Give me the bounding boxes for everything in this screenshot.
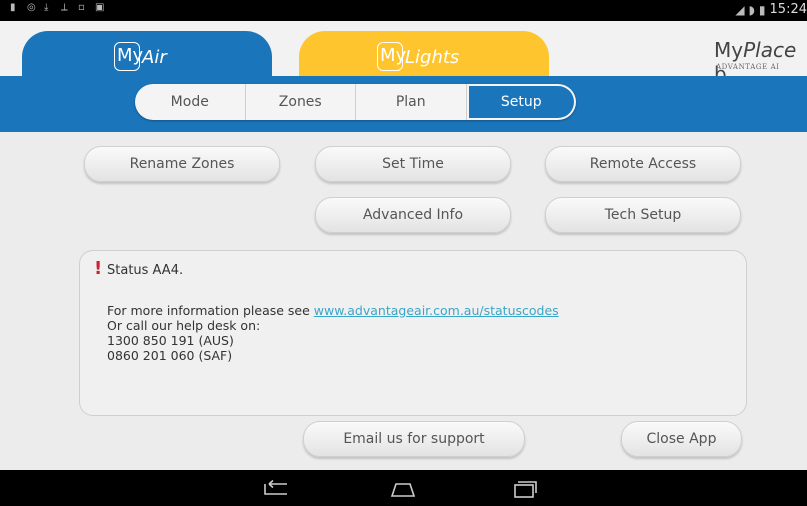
tab-plan[interactable]: Plan: [356, 84, 467, 120]
battery-icon: ▮: [758, 2, 766, 17]
alert-icon: !: [94, 258, 103, 279]
phone-saf: 0860 201 060 (SAF): [107, 348, 233, 363]
gallery-icon: ▣: [95, 2, 105, 13]
phone-aus: 1300 850 191 (AUS): [107, 333, 234, 348]
system-nav-bar: [0, 470, 807, 506]
brand-subtitle: ADVANTAGE AI: [716, 63, 780, 71]
remote-access-button[interactable]: Remote Access: [545, 146, 741, 182]
brand-my: My: [714, 38, 744, 62]
status-icons-right: ◢ ◗ ▮ 15:24: [735, 2, 807, 17]
tab-mylights[interactable]: My Lights: [299, 31, 549, 81]
advanced-info-button[interactable]: Advanced Info: [315, 197, 511, 233]
circle-icon: ◎: [27, 2, 36, 13]
wifi-icon: ◗: [748, 2, 755, 17]
signal-icon: ◢: [735, 2, 745, 17]
tab-myair[interactable]: My Air: [22, 31, 272, 81]
download-icon: ⤓: [44, 2, 49, 13]
tab-setup[interactable]: Setup: [466, 84, 576, 120]
set-time-button[interactable]: Set Time: [315, 146, 511, 182]
mode-segmented-control: Mode Zones Plan Setup: [135, 84, 576, 120]
tab-zones[interactable]: Zones: [246, 84, 356, 120]
status-time: 15:24: [769, 2, 807, 17]
email-support-button[interactable]: Email us for support: [303, 421, 525, 457]
app-header: My Air My Lights MyPlace b ADVANTAGE AI: [0, 21, 807, 86]
status-bar: ▮ ◎ ⤓ ⟂ ▫ ▣ ◢ ◗ ▮ 15:24: [0, 0, 807, 21]
rename-zones-button[interactable]: Rename Zones: [84, 146, 280, 182]
status-message-box: ! Status AA4. For more information pleas…: [79, 250, 747, 416]
image-icon: ▫: [78, 2, 85, 13]
status-details: For more information please see www.adva…: [107, 303, 559, 363]
mylights-logo-word: Lights: [405, 47, 460, 68]
recent-apps-icon[interactable]: [510, 480, 538, 498]
tech-setup-button[interactable]: Tech Setup: [545, 197, 741, 233]
close-app-button[interactable]: Close App: [621, 421, 742, 457]
tab-mode[interactable]: Mode: [135, 84, 246, 120]
info-line: For more information please see www.adva…: [107, 303, 559, 318]
myair-logo-word: Air: [142, 47, 167, 68]
info-prefix: For more information please see: [107, 303, 314, 318]
help-desk-line: Or call our help desk on:: [107, 318, 261, 333]
notification-icon: ▮: [10, 2, 16, 13]
home-icon[interactable]: [389, 480, 417, 498]
myair-logo-box: My: [114, 42, 143, 71]
nav-band: Mode Zones Plan Setup: [0, 76, 807, 132]
brand-place: Place: [743, 38, 797, 62]
back-icon[interactable]: [261, 480, 289, 498]
status-icons-left: ▮ ◎ ⤓ ⟂ ▫ ▣: [10, 2, 105, 13]
status-title: Status AA4.: [107, 263, 184, 278]
status-codes-link[interactable]: www.advantageair.com.au/statuscodes: [314, 303, 559, 318]
mylights-logo-box: My: [377, 42, 406, 71]
usb-icon: ⟂: [61, 2, 68, 13]
